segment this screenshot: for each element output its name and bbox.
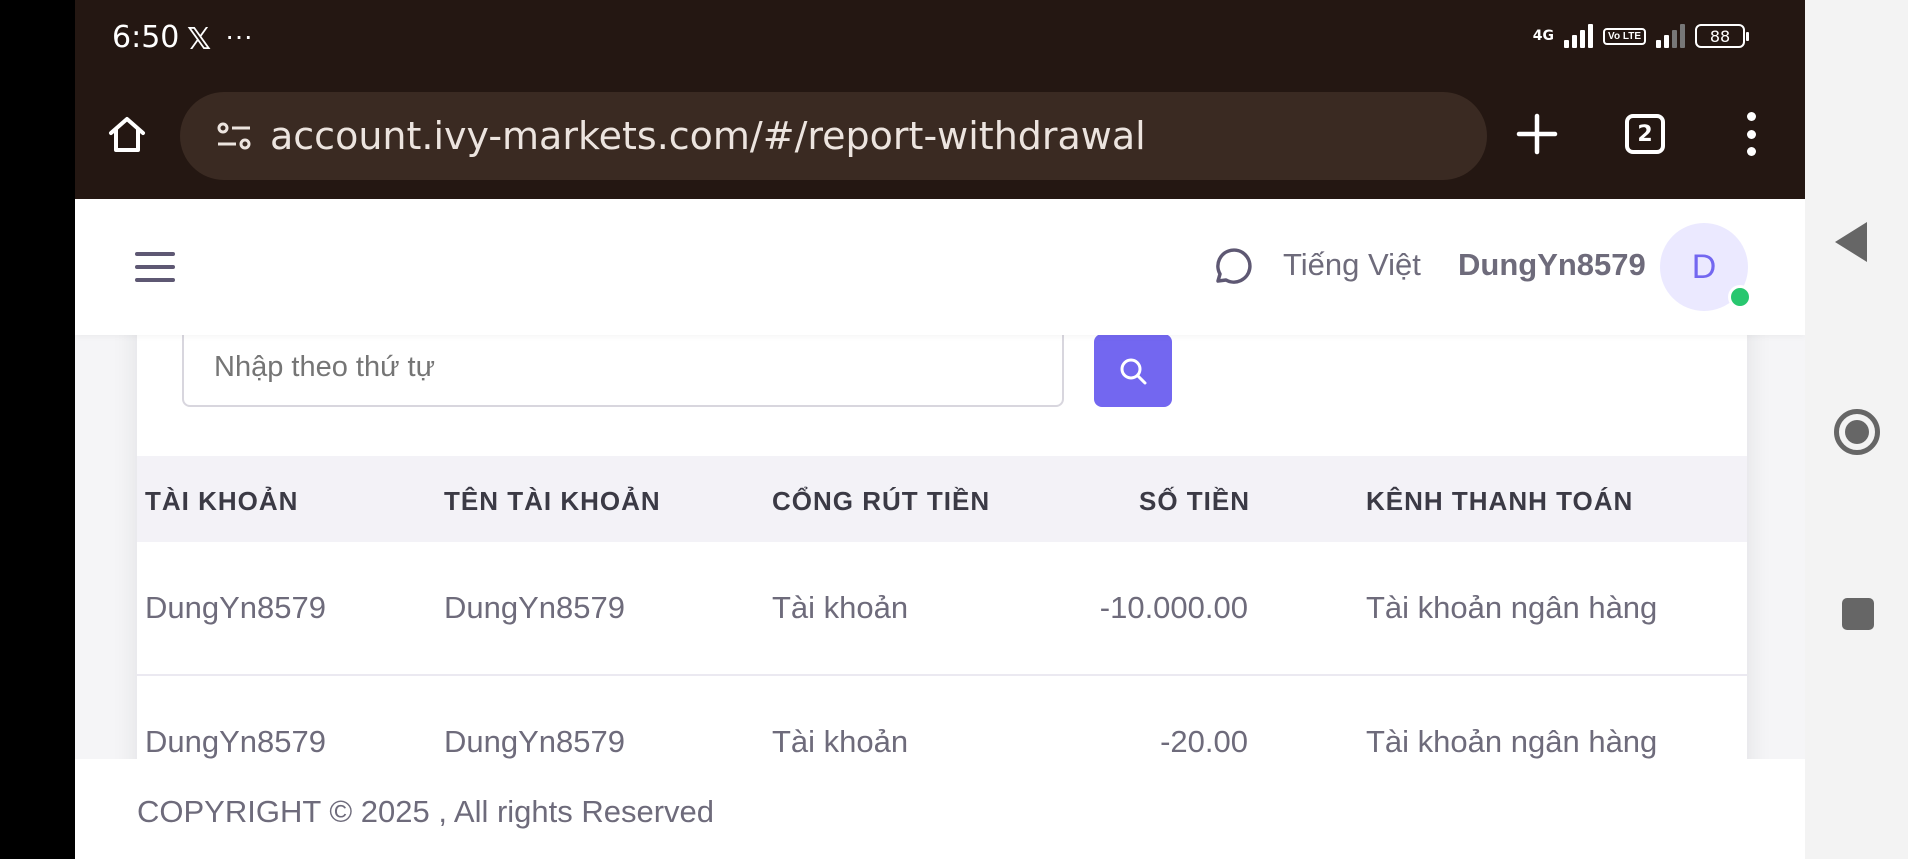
home-circle-icon[interactable] (1834, 409, 1880, 455)
home-icon[interactable] (105, 112, 149, 156)
left-black-bar (0, 0, 75, 859)
username[interactable]: DungYn8579 (1458, 247, 1646, 283)
table-header-row: TÀI KHOẢN TÊN TÀI KHOẢN CỔNG RÚT TIỀN SỐ… (137, 456, 1747, 542)
search-input[interactable] (182, 327, 1064, 407)
cell-account-name: DungYn8579 (444, 724, 625, 759)
cell-account: DungYn8579 (145, 724, 326, 759)
battery-icon: 88 (1695, 24, 1749, 48)
online-status-dot (1728, 285, 1752, 309)
avatar-initial: D (1691, 247, 1717, 286)
back-triangle-icon[interactable] (1835, 222, 1867, 262)
android-nav-bar (1805, 0, 1908, 859)
column-header-amount: SỐ TIỀN (1139, 486, 1251, 516)
hamburger-menu-icon[interactable] (135, 252, 175, 282)
app-header: Tiếng Việt DungYn8579 D (75, 199, 1805, 335)
status-icons: 4G Vo LTE 88 (1532, 24, 1749, 48)
search-button[interactable] (1094, 334, 1172, 407)
chat-bubble-icon[interactable] (1209, 245, 1253, 289)
more-notifications-icon: ··· (225, 20, 253, 51)
network-type-label: 4G (1532, 28, 1555, 44)
column-header-account-name: TÊN TÀI KHOẢN (444, 486, 661, 516)
signal-strength-secondary-icon (1656, 24, 1685, 48)
language-selector[interactable]: Tiếng Việt (1283, 247, 1421, 283)
column-header-account: TÀI KHOẢN (145, 486, 299, 516)
status-bar: 6:50 𝕏 ··· 4G Vo LTE 88 (75, 0, 1805, 76)
table-row: DungYn8579 DungYn8579 Tài khoản -10.000.… (137, 542, 1747, 676)
cell-account: DungYn8579 (145, 590, 326, 625)
signal-strength-icon (1564, 24, 1594, 48)
tab-count: 2 (1637, 121, 1653, 147)
site-info-icon[interactable] (216, 121, 252, 151)
address-bar[interactable]: account.ivy-markets.com/#/report-withdra… (180, 92, 1487, 180)
cell-amount: -10.000.00 (1099, 590, 1248, 625)
column-header-payment-channel: KÊNH THANH TOÁN (1366, 486, 1634, 516)
tab-switcher-button[interactable]: 2 (1625, 114, 1665, 154)
web-page: TÀI KHOẢN TÊN TÀI KHOẢN CỔNG RÚT TIỀN SỐ… (75, 199, 1805, 859)
column-header-withdrawal-gate: CỔNG RÚT TIỀN (772, 486, 991, 516)
recent-apps-square-icon[interactable] (1842, 598, 1874, 630)
cell-amount: -20.00 (1160, 724, 1248, 759)
cell-payment-channel: Tài khoản ngân hàng (1366, 590, 1658, 625)
cell-withdrawal-gate: Tài khoản (772, 724, 909, 759)
footer: COPYRIGHT © 2025 , All rights Reserved (75, 759, 1805, 859)
volte-icon: Vo LTE (1603, 27, 1646, 45)
browser-chrome: 6:50 𝕏 ··· 4G Vo LTE 88 account.ivy-mark (75, 0, 1805, 199)
search-icon (1120, 358, 1147, 384)
cell-account-name: DungYn8579 (444, 590, 625, 625)
cell-withdrawal-gate: Tài khoản (772, 590, 909, 625)
kebab-menu-icon[interactable] (1745, 112, 1757, 156)
copyright-text: COPYRIGHT © 2025 , All rights Reserved (137, 794, 715, 829)
x-logo-icon: 𝕏 (187, 22, 212, 57)
battery-level: 88 (1709, 26, 1731, 46)
cell-payment-channel: Tài khoản ngân hàng (1366, 724, 1658, 759)
url-text[interactable]: account.ivy-markets.com/#/report-withdra… (270, 114, 1146, 158)
status-time: 6:50 (112, 20, 180, 55)
new-tab-plus-icon[interactable] (1515, 112, 1559, 156)
